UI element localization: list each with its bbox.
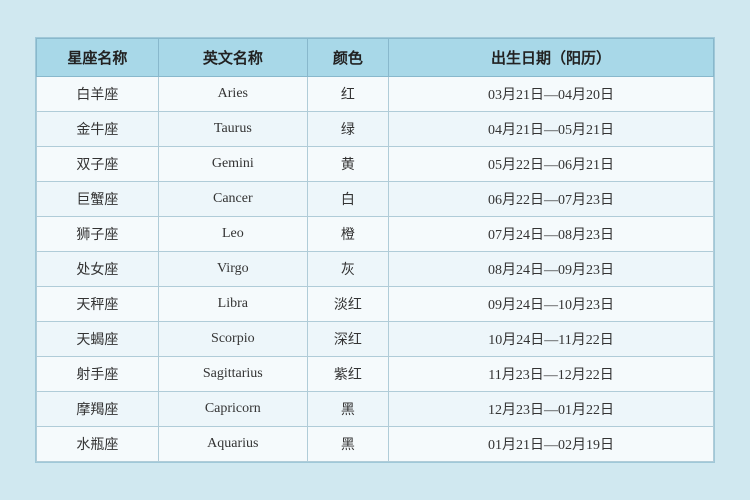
cell-date: 07月24日—08月23日	[389, 217, 714, 252]
cell-zh: 摩羯座	[37, 392, 159, 427]
table-row: 天蝎座Scorpio深红10月24日—11月22日	[37, 322, 714, 357]
cell-color: 白	[307, 182, 388, 217]
cell-color: 淡红	[307, 287, 388, 322]
cell-color: 红	[307, 77, 388, 112]
cell-en: Libra	[158, 287, 307, 322]
table-row: 水瓶座Aquarius黑01月21日—02月19日	[37, 427, 714, 462]
cell-zh: 白羊座	[37, 77, 159, 112]
cell-date: 03月21日—04月20日	[389, 77, 714, 112]
cell-en: Virgo	[158, 252, 307, 287]
cell-date: 05月22日—06月21日	[389, 147, 714, 182]
header-zh: 星座名称	[37, 39, 159, 77]
cell-en: Aries	[158, 77, 307, 112]
cell-zh: 处女座	[37, 252, 159, 287]
cell-zh: 金牛座	[37, 112, 159, 147]
cell-date: 06月22日—07月23日	[389, 182, 714, 217]
table-row: 巨蟹座Cancer白06月22日—07月23日	[37, 182, 714, 217]
table-row: 金牛座Taurus绿04月21日—05月21日	[37, 112, 714, 147]
cell-color: 黑	[307, 392, 388, 427]
cell-zh: 狮子座	[37, 217, 159, 252]
table-row: 天秤座Libra淡红09月24日—10月23日	[37, 287, 714, 322]
cell-en: Aquarius	[158, 427, 307, 462]
header-color: 颜色	[307, 39, 388, 77]
header-en: 英文名称	[158, 39, 307, 77]
cell-color: 黄	[307, 147, 388, 182]
header-date: 出生日期（阳历）	[389, 39, 714, 77]
table-row: 白羊座Aries红03月21日—04月20日	[37, 77, 714, 112]
cell-zh: 双子座	[37, 147, 159, 182]
cell-zh: 水瓶座	[37, 427, 159, 462]
cell-en: Leo	[158, 217, 307, 252]
cell-zh: 巨蟹座	[37, 182, 159, 217]
cell-zh: 天秤座	[37, 287, 159, 322]
table-row: 处女座Virgo灰08月24日—09月23日	[37, 252, 714, 287]
cell-en: Gemini	[158, 147, 307, 182]
zodiac-table: 星座名称 英文名称 颜色 出生日期（阳历） 白羊座Aries红03月21日—04…	[36, 38, 714, 462]
table-row: 射手座Sagittarius紫红11月23日—12月22日	[37, 357, 714, 392]
table-header-row: 星座名称 英文名称 颜色 出生日期（阳历）	[37, 39, 714, 77]
cell-en: Scorpio	[158, 322, 307, 357]
cell-color: 紫红	[307, 357, 388, 392]
cell-color: 绿	[307, 112, 388, 147]
cell-date: 09月24日—10月23日	[389, 287, 714, 322]
cell-en: Capricorn	[158, 392, 307, 427]
cell-date: 12月23日—01月22日	[389, 392, 714, 427]
table-row: 双子座Gemini黄05月22日—06月21日	[37, 147, 714, 182]
cell-color: 黑	[307, 427, 388, 462]
cell-color: 橙	[307, 217, 388, 252]
cell-zh: 射手座	[37, 357, 159, 392]
cell-color: 灰	[307, 252, 388, 287]
cell-en: Cancer	[158, 182, 307, 217]
cell-date: 10月24日—11月22日	[389, 322, 714, 357]
cell-date: 04月21日—05月21日	[389, 112, 714, 147]
cell-date: 01月21日—02月19日	[389, 427, 714, 462]
cell-en: Taurus	[158, 112, 307, 147]
table-row: 狮子座Leo橙07月24日—08月23日	[37, 217, 714, 252]
cell-zh: 天蝎座	[37, 322, 159, 357]
cell-en: Sagittarius	[158, 357, 307, 392]
table-row: 摩羯座Capricorn黑12月23日—01月22日	[37, 392, 714, 427]
cell-date: 08月24日—09月23日	[389, 252, 714, 287]
zodiac-table-container: 星座名称 英文名称 颜色 出生日期（阳历） 白羊座Aries红03月21日—04…	[35, 37, 715, 463]
cell-date: 11月23日—12月22日	[389, 357, 714, 392]
cell-color: 深红	[307, 322, 388, 357]
